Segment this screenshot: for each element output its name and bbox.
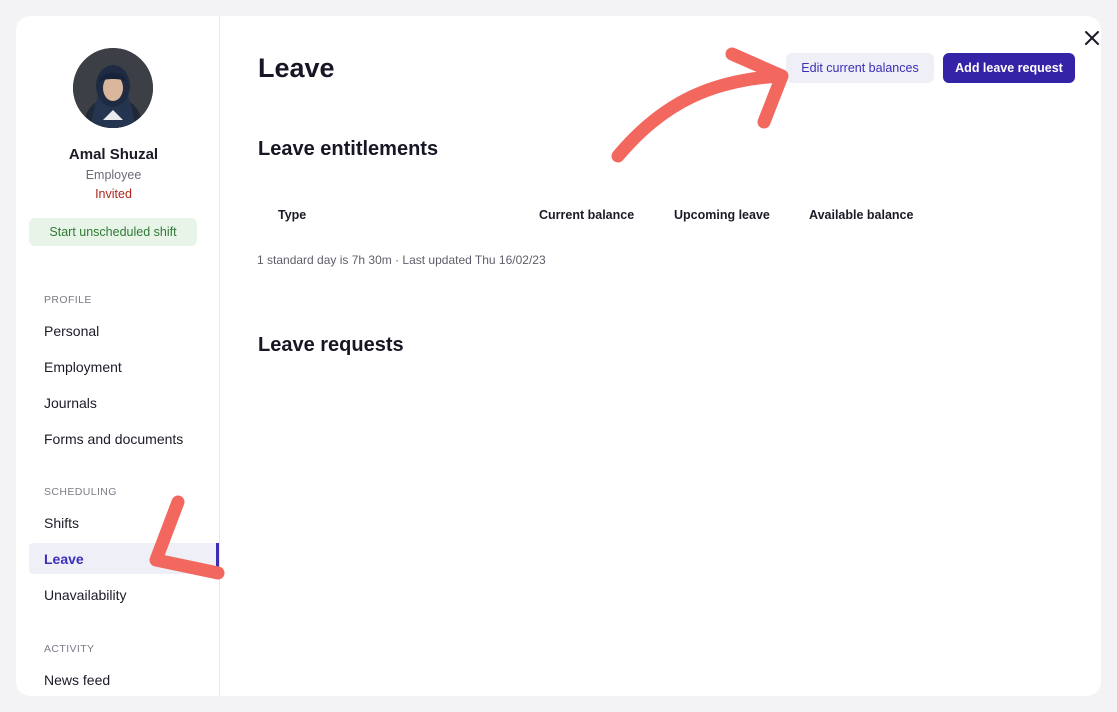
employee-profile-modal: Amal Shuzal Employee Invited Start unsch… xyxy=(16,16,1101,696)
column-header-available-balance: Available balance xyxy=(809,208,914,222)
entitlements-footnote: 1 standard day is 7h 30m · Last updated … xyxy=(257,253,546,267)
sidebar-item-personal[interactable]: Personal xyxy=(44,323,99,339)
page-title: Leave xyxy=(258,53,335,83)
close-icon[interactable] xyxy=(1080,26,1101,50)
profile-status: Invited xyxy=(95,187,132,201)
profile-role: Employee xyxy=(85,168,142,182)
column-header-type: Type xyxy=(278,208,307,222)
section-label-profile: PROFILE xyxy=(44,294,92,306)
sidebar-item-leave[interactable]: Leave xyxy=(44,551,84,567)
section-label-scheduling: SCHEDULING xyxy=(44,486,117,498)
sidebar-item-unavailability[interactable]: Unavailability xyxy=(44,587,126,603)
sidebar-item-shifts[interactable]: Shifts xyxy=(44,515,79,531)
start-unscheduled-shift-button[interactable]: Start unscheduled shift xyxy=(29,218,197,246)
leave-entitlements-title: Leave entitlements xyxy=(258,138,439,160)
add-leave-request-button[interactable]: Add leave request xyxy=(943,53,1075,83)
sidebar-item-forms-and-documents[interactable]: Forms and documents xyxy=(44,431,183,447)
avatar xyxy=(73,48,153,128)
sidebar-item-news-feed[interactable]: News feed xyxy=(44,672,110,688)
profile-name: Amal Shuzal xyxy=(68,146,159,163)
section-label-activity: ACTIVITY xyxy=(44,643,95,655)
main-content: Leave Edit current balances Add leave re… xyxy=(220,16,1101,696)
sidebar-active-indicator xyxy=(216,543,219,574)
column-header-current-balance: Current balance xyxy=(539,208,635,222)
sidebar-item-employment[interactable]: Employment xyxy=(44,359,122,375)
sidebar: Amal Shuzal Employee Invited Start unsch… xyxy=(16,16,220,696)
edit-current-balances-button[interactable]: Edit current balances xyxy=(786,53,934,83)
column-header-upcoming-leave: Upcoming leave xyxy=(674,208,770,222)
sidebar-item-journals[interactable]: Journals xyxy=(44,395,97,411)
leave-requests-title: Leave requests xyxy=(258,334,404,356)
